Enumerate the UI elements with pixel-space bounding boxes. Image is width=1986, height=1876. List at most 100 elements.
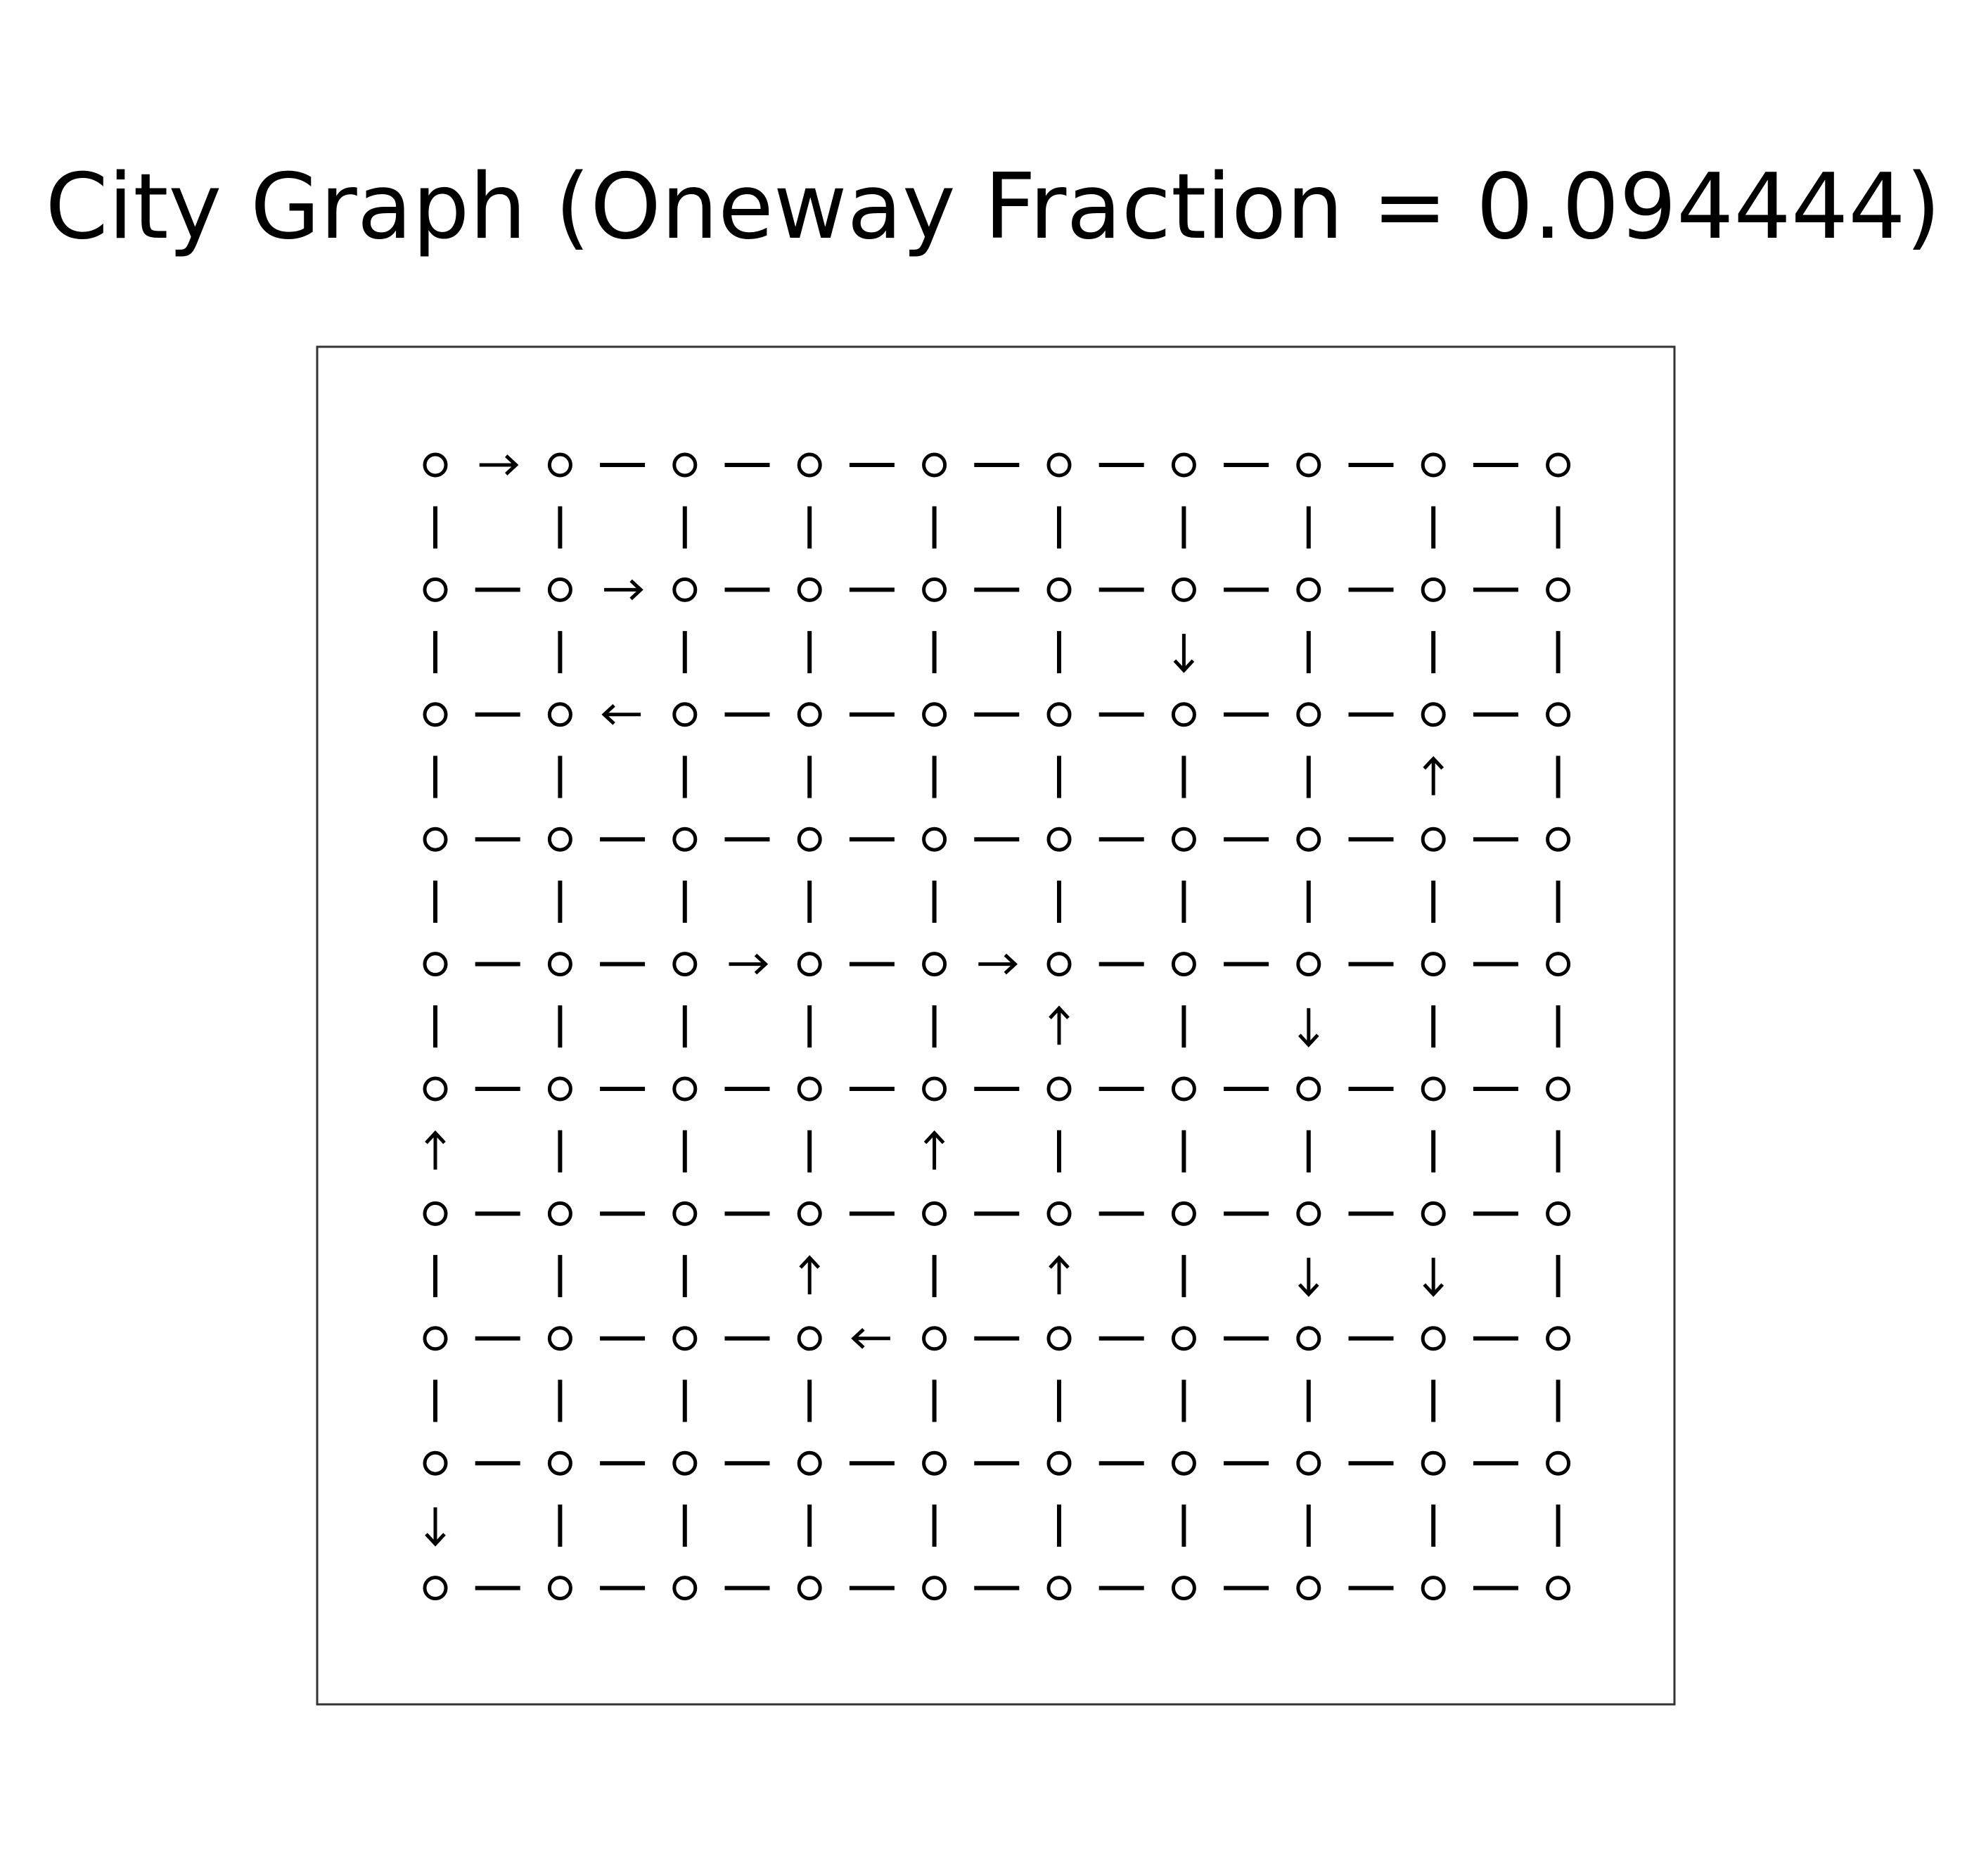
- intersection-node: [547, 1450, 572, 1476]
- intersection-node: [423, 702, 448, 727]
- intersection-node: [1171, 702, 1196, 727]
- intersection-node: [1046, 1326, 1072, 1351]
- intersection-node: [672, 577, 698, 602]
- intersection-node: [1046, 452, 1072, 478]
- intersection-node: [1046, 827, 1072, 852]
- intersection-node: [1046, 1576, 1072, 1601]
- intersection-node: [922, 1576, 947, 1601]
- oneway-arrow-right: [604, 579, 643, 601]
- intersection-node: [922, 577, 947, 602]
- intersection-node: [1546, 1450, 1571, 1476]
- intersection-node: [797, 827, 822, 852]
- oneway-arrow-down: [1298, 1258, 1319, 1297]
- oneway-arrow-right: [978, 953, 1018, 975]
- intersection-node: [1546, 702, 1571, 727]
- intersection-node: [423, 952, 448, 977]
- intersection-node: [672, 827, 698, 852]
- intersection-node: [672, 1326, 698, 1351]
- intersection-node: [1296, 1326, 1321, 1351]
- intersection-node: [1546, 1326, 1571, 1351]
- edge-layer: [425, 454, 1561, 1590]
- intersection-node: [1046, 577, 1072, 602]
- intersection-node: [922, 827, 947, 852]
- intersection-node: [1296, 1450, 1321, 1476]
- intersection-node: [672, 1076, 698, 1102]
- intersection-node: [1421, 577, 1446, 602]
- intersection-node: [1171, 952, 1196, 977]
- intersection-node: [797, 1576, 822, 1601]
- intersection-node: [672, 1576, 698, 1601]
- intersection-node: [547, 1201, 572, 1226]
- intersection-node: [1171, 1326, 1196, 1351]
- intersection-node: [672, 702, 698, 727]
- intersection-node: [1546, 1076, 1571, 1102]
- intersection-node: [423, 1450, 448, 1476]
- intersection-node: [547, 1326, 572, 1351]
- intersection-node: [547, 452, 572, 478]
- intersection-node: [1421, 1450, 1446, 1476]
- intersection-node: [547, 1076, 572, 1102]
- intersection-node: [423, 1576, 448, 1601]
- intersection-node: [1421, 1201, 1446, 1226]
- oneway-arrow-left: [851, 1327, 890, 1349]
- intersection-node: [547, 827, 572, 852]
- oneway-arrow-down: [425, 1507, 446, 1547]
- oneway-arrow-up: [1049, 1005, 1070, 1045]
- oneway-arrow-up: [425, 1130, 446, 1170]
- oneway-arrow-up: [1049, 1255, 1070, 1295]
- intersection-node: [547, 1576, 572, 1601]
- oneway-arrow-down: [1423, 1258, 1444, 1297]
- intersection-node: [1546, 577, 1571, 602]
- intersection-node: [423, 1076, 448, 1102]
- intersection-node: [1046, 952, 1072, 977]
- intersection-node: [1421, 952, 1446, 977]
- intersection-node: [547, 952, 572, 977]
- intersection-node: [1421, 1326, 1446, 1351]
- intersection-node: [922, 952, 947, 977]
- intersection-node: [1296, 1201, 1321, 1226]
- intersection-node: [1171, 1576, 1196, 1601]
- intersection-node: [672, 1201, 698, 1226]
- intersection-node: [922, 702, 947, 727]
- intersection-node: [1046, 1076, 1072, 1102]
- plot-frame: [316, 345, 1676, 1706]
- oneway-arrow-up: [1423, 755, 1444, 796]
- oneway-arrow-up: [923, 1130, 945, 1170]
- intersection-node: [922, 1076, 947, 1102]
- intersection-node: [672, 452, 698, 478]
- intersection-node: [1421, 827, 1446, 852]
- intersection-node: [797, 452, 822, 478]
- intersection-node: [1546, 452, 1571, 478]
- intersection-node: [1046, 1450, 1072, 1476]
- oneway-arrow-down: [1298, 1008, 1319, 1047]
- intersection-node: [423, 1326, 448, 1351]
- oneway-arrow-right: [729, 953, 769, 975]
- oneway-arrow-left: [601, 703, 641, 725]
- intersection-node: [547, 702, 572, 727]
- intersection-node: [797, 702, 822, 727]
- intersection-node: [1546, 1201, 1571, 1226]
- intersection-node: [423, 1201, 448, 1226]
- intersection-node: [1296, 952, 1321, 977]
- intersection-node: [922, 1450, 947, 1476]
- intersection-node: [1171, 1201, 1196, 1226]
- intersection-node: [797, 1450, 822, 1476]
- intersection-node: [1171, 1450, 1196, 1476]
- intersection-node: [423, 452, 448, 478]
- intersection-node: [1421, 1076, 1446, 1102]
- intersection-node: [547, 577, 572, 602]
- intersection-node: [797, 1201, 822, 1226]
- intersection-node: [922, 452, 947, 478]
- intersection-node: [1296, 1576, 1321, 1601]
- intersection-node: [1421, 1576, 1446, 1601]
- intersection-node: [922, 1201, 947, 1226]
- oneway-arrow-right: [479, 454, 519, 476]
- intersection-node: [423, 577, 448, 602]
- intersection-node: [797, 1326, 822, 1351]
- intersection-node: [1296, 702, 1321, 727]
- intersection-node: [1296, 452, 1321, 478]
- intersection-node: [1171, 577, 1196, 602]
- intersection-node: [1046, 702, 1072, 727]
- intersection-node: [1421, 702, 1446, 727]
- intersection-node: [797, 577, 822, 602]
